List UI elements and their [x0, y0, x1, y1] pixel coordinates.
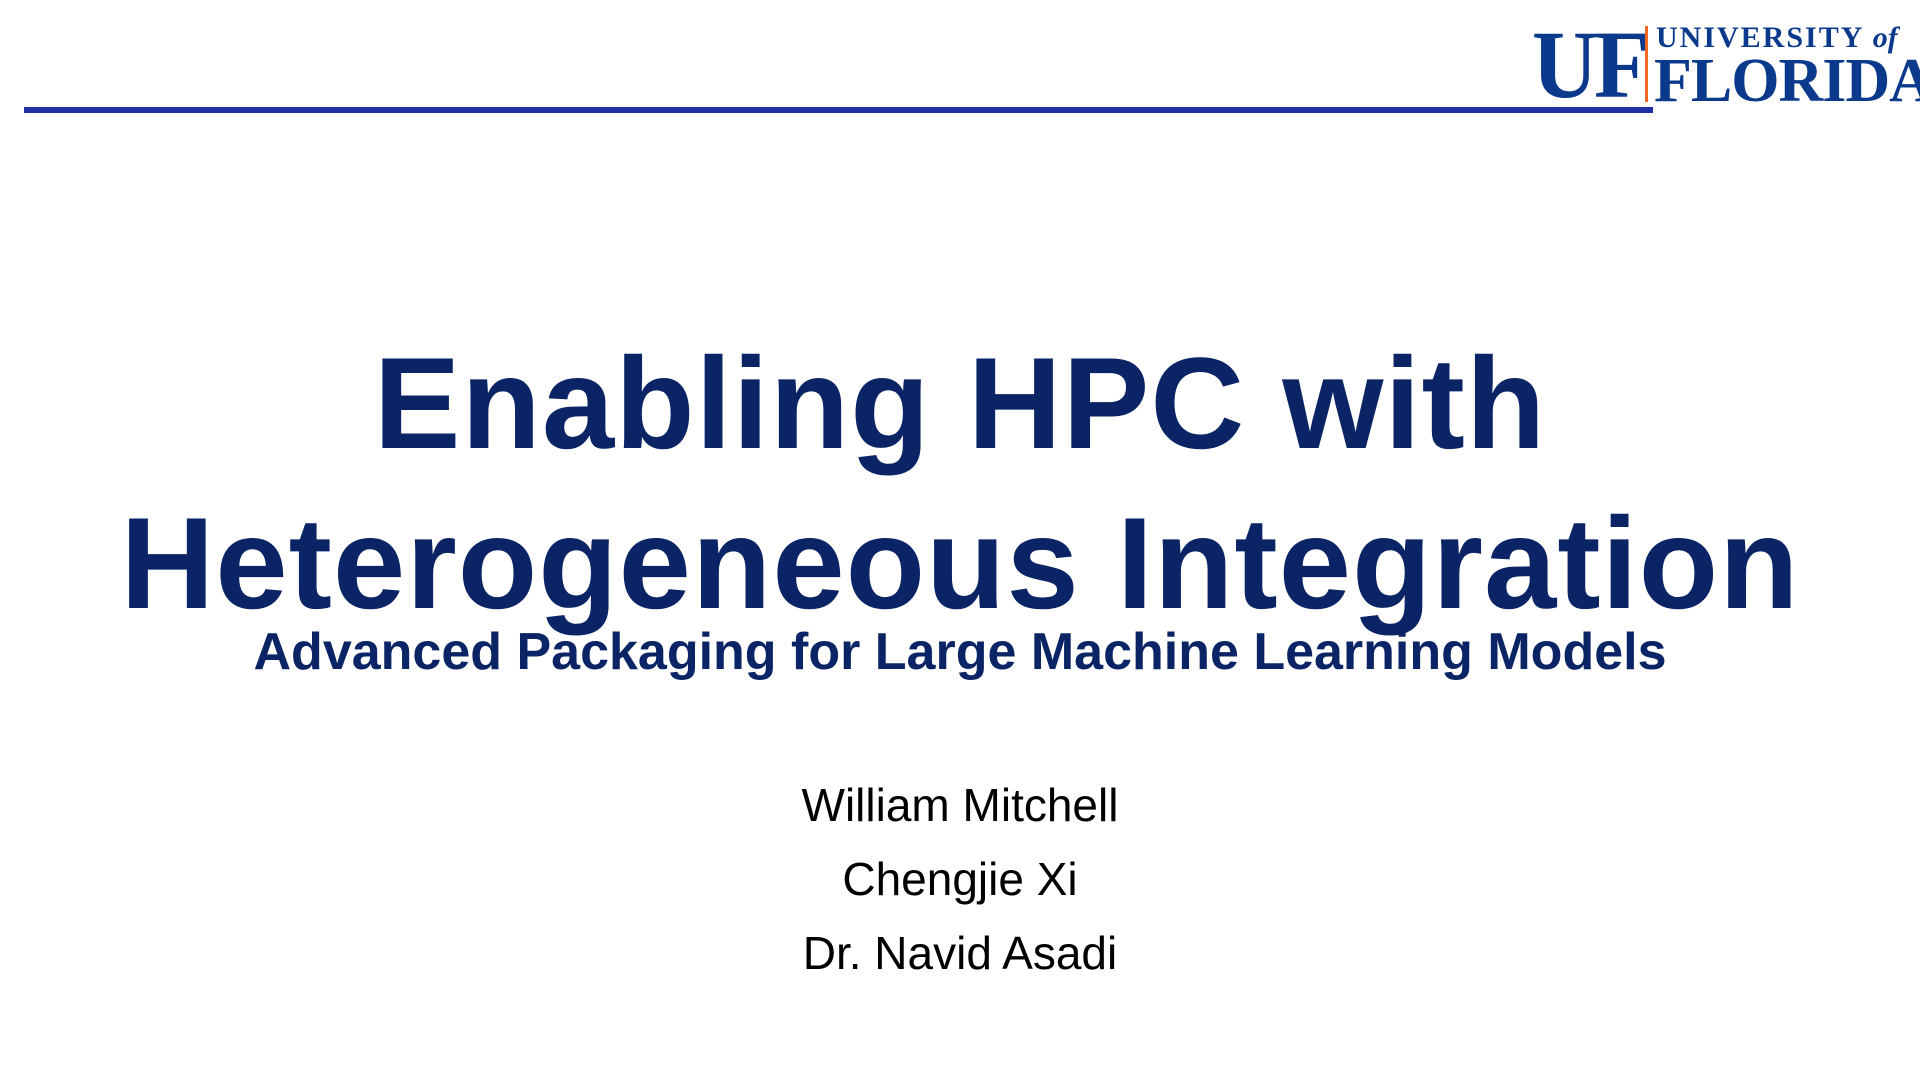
title-slide: UF UNIVERSITY of FLORIDA Enabling HPC wi…	[0, 0, 1920, 1080]
slide-title: Enabling HPC with Heterogeneous Integrat…	[0, 323, 1920, 643]
author-list: William Mitchell Chengjie Xi Dr. Navid A…	[0, 768, 1920, 990]
logo-florida-text: FLORIDA	[1654, 47, 1920, 115]
university-of-florida-logo: UF UNIVERSITY of FLORIDA	[1532, 11, 1920, 118]
slide-subtitle: Advanced Packaging for Large Machine Lea…	[253, 623, 1667, 681]
author-name: Chengjie Xi	[842, 853, 1078, 905]
slide-title-line-1: Enabling HPC with	[373, 330, 1547, 477]
header-rule	[24, 107, 1653, 113]
logo-divider	[1645, 26, 1648, 102]
uf-mark: UF	[1532, 11, 1650, 118]
author-name: William Mitchell	[801, 779, 1119, 831]
author-name: Dr. Navid Asadi	[802, 927, 1118, 979]
